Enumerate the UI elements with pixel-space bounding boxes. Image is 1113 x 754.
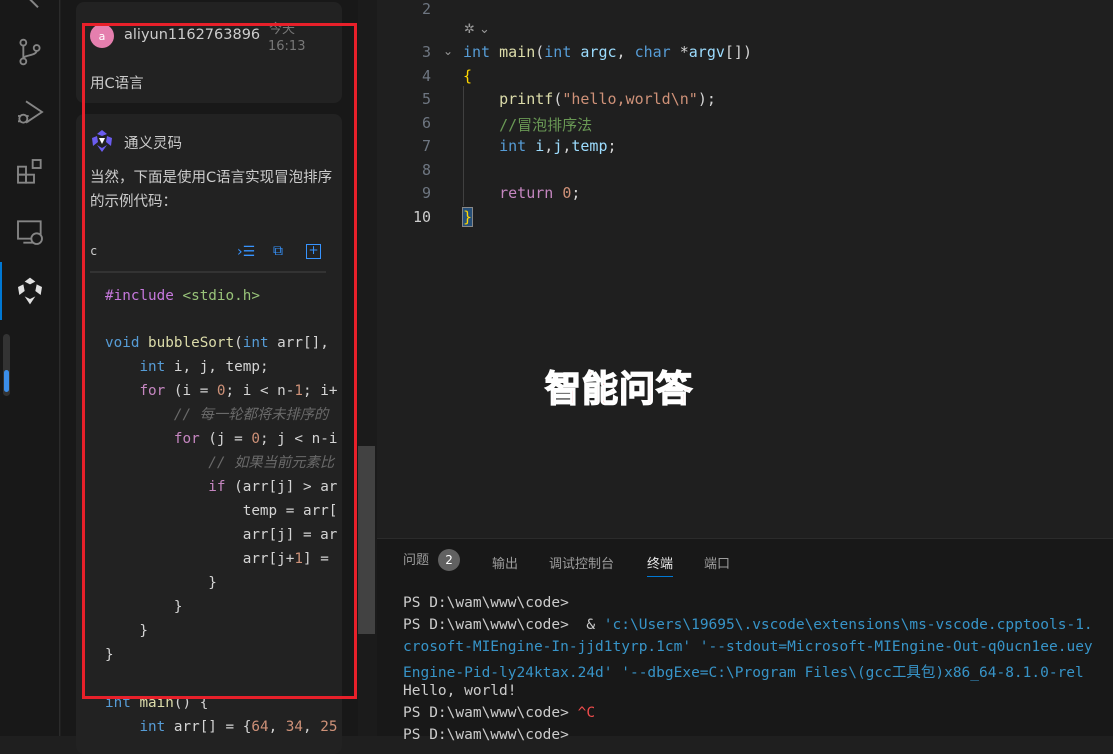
panel-tab-1[interactable]: 输出 [492,553,518,572]
minimap-slider[interactable] [3,334,10,396]
terminal-line: Engine-Pid-ly24ktax.24d' '--dbgExe=C:\Pr… [403,665,1084,681]
tab-label: 端口 [704,557,731,572]
terminal-line: crosoft-MIEngine-In-jjd1tyrp.1cm' '--std… [403,639,1093,655]
editor-line: //冒泡排序法 [463,116,593,134]
codelens-lingma-icon[interactable]: ✲ ⌄ [464,22,490,37]
assistant-message-card: 通义灵码 当然，下面是使用C语言实现冒泡排序的示例代码： c ›☰ ⧉ + [76,114,342,754]
code-editor[interactable]: 2 3 int main(int argc, char *argv[]) 4 {5 pr… [377,0,1113,538]
divider [90,271,326,273]
tongyi-logo-icon [90,129,114,153]
terminal-line: PS D:\wam\www\code> ^C [403,705,596,721]
user-message: 用C语言 [90,76,144,92]
message-date: 今天 [269,22,296,37]
user-name: aliyun1162763896 [124,27,261,43]
line-number: 5 [421,90,431,108]
scrollbar-thumb[interactable] [358,446,375,634]
overlay-label: 智能问答 [544,368,694,411]
terminal-line: Hello, world! [403,683,517,699]
assistant-message: 当然，下面是使用C语言实现冒泡排序的示例代码： [90,170,333,210]
problems-badge: 2 [438,549,461,571]
editor-line: } [461,207,474,227]
remote-explorer-icon[interactable] [12,214,48,250]
terminal-line: PS D:\wam\www\code> [403,727,569,743]
panel-tab-4[interactable]: 端口 [704,553,730,572]
editor-line: return 0; [499,184,581,202]
assistant-name: 通义灵码 [124,136,182,152]
chat-sidebar: a aliyun1162763896 今天 16:13 用C语言 通义灵码 当然… [61,0,377,754]
editor-line: int i,j,temp; [499,137,617,155]
user-message-card: a aliyun1162763896 今天 16:13 用C语言 [76,2,342,103]
activity-bar [0,0,60,736]
extensions-icon[interactable] [12,154,48,190]
insert-icon[interactable]: ›☰ [237,244,255,260]
avatar: a [90,24,114,48]
tab-label: 终端 [647,557,674,572]
line-number: 2 [421,0,431,18]
copy-icon[interactable]: ⧉ [273,243,283,259]
tab-label: 输出 [492,557,519,572]
line-number: 10 [412,208,431,226]
editor-line: int main(int argc, char *argv[]) [463,43,752,61]
source-control-icon[interactable] [12,34,48,70]
terminal-line: PS D:\wam\www\code> & 'c:\Users\19695\.v… [403,617,1093,633]
message-time: 16:13 [268,39,306,54]
panel-tab-3[interactable]: 终端 [647,553,674,577]
line-number: 4 [421,67,431,85]
line-number: 6 [421,114,431,132]
run-debug-icon[interactable] [12,94,48,130]
editor-line: printf("hello,world\n"); [499,90,716,108]
panel-tab-0[interactable]: 问题 2 [403,549,461,571]
tab-label: 调试控制台 [549,557,615,572]
code-language: c [90,244,98,258]
panel-tab-2[interactable]: 调试控制台 [549,553,614,572]
indent-guide [463,86,464,206]
editor-line: { [463,67,473,85]
line-number: 9 [421,184,431,202]
line-number: 7 [421,137,431,155]
fold-chevron-icon[interactable]: ⌄ [443,44,453,58]
tab-label: 问题 [403,553,430,568]
explorer-icon[interactable] [12,0,48,20]
active-indicator [0,262,2,320]
line-number: 3 [421,43,431,61]
terminal-line: PS D:\wam\www\code> [403,595,569,611]
new-file-icon[interactable]: + [306,244,321,259]
tongyi-lingma-icon[interactable] [12,273,48,309]
bottom-panel: 问题 2 输出 调试控制台 终端 端口 PS D:\wam\www\code> PS D:\… [377,538,1113,743]
line-number: 8 [421,161,431,179]
